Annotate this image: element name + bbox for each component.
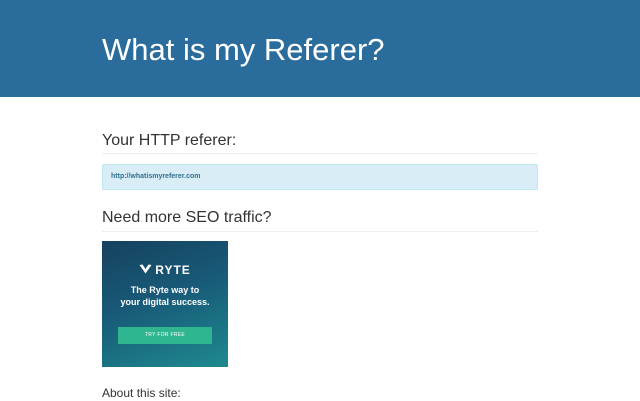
referer-box: http://whatismyreferer.com [102,164,538,190]
about-heading: About this site: [102,386,181,400]
page-header: What is my Referer? [0,0,640,97]
referer-heading: Your HTTP referer: [102,132,237,149]
ryte-logo-icon [139,262,152,278]
seo-heading-divider [102,231,538,232]
page-title: What is my Referer? [102,32,385,67]
ryte-ad-banner[interactable]: RYTE The Ryte way to your digital succes… [102,241,228,367]
ad-tagline-line2: your digital success. [120,297,210,307]
try-for-free-button[interactable]: TRY FOR FREE [118,327,212,344]
ad-tagline-line1: The Ryte way to [130,285,200,295]
ryte-logo: RYTE [102,261,228,278]
referer-link[interactable]: http://whatismyreferer.com [111,172,200,182]
ryte-brand-text: RYTE [155,262,191,277]
referer-heading-divider [102,153,538,154]
ad-tagline: The Ryte way to your digital success. [102,284,228,308]
seo-heading: Need more SEO traffic? [102,209,272,226]
